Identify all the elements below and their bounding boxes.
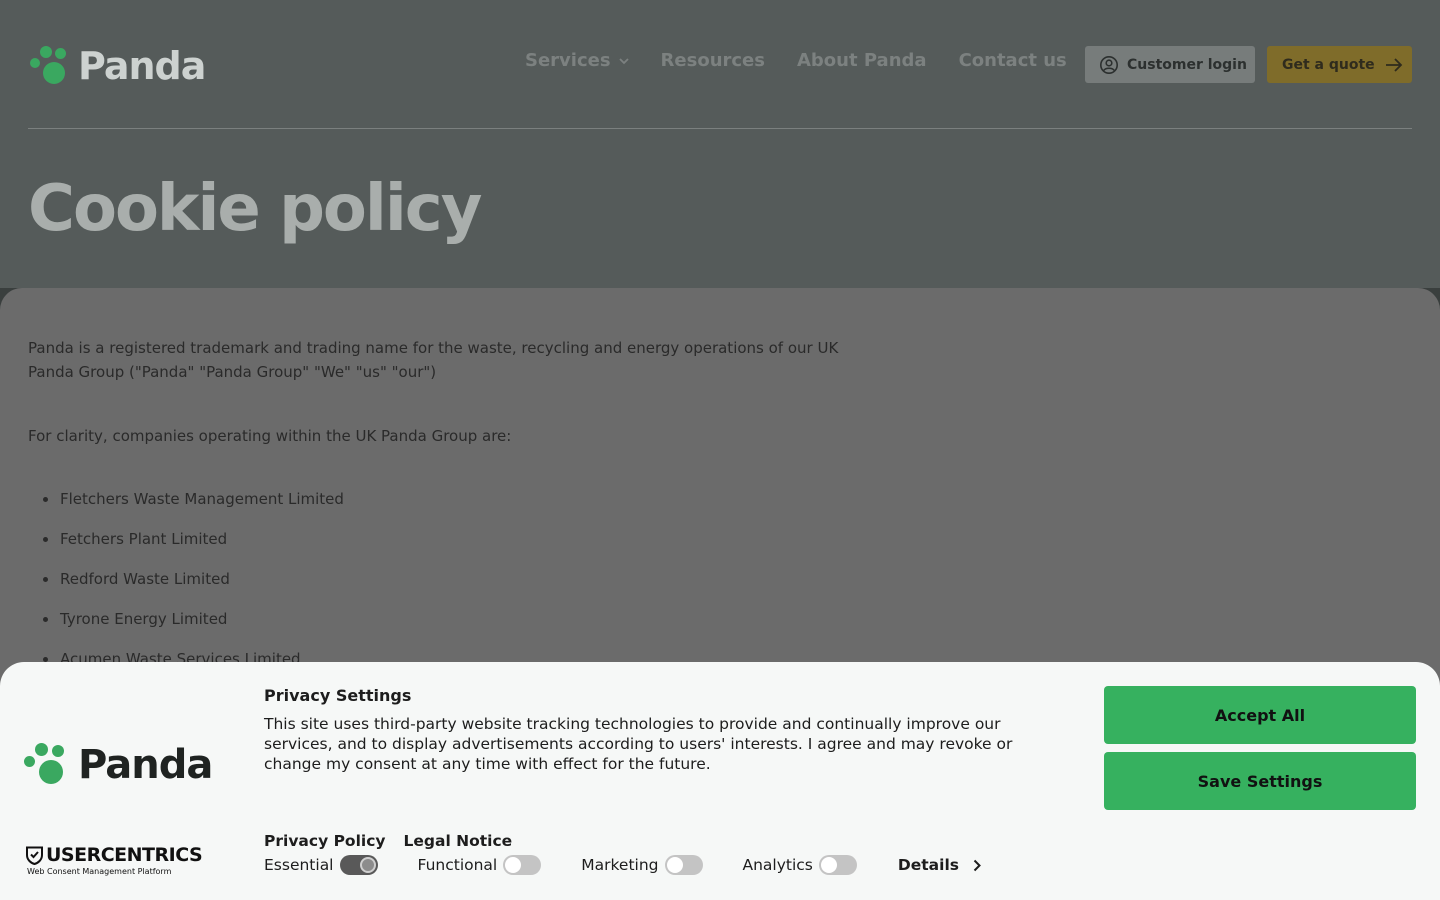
nav-item-label: Contact us: [958, 50, 1067, 71]
legal-notice-link[interactable]: Legal Notice: [404, 832, 513, 850]
consent-toggles: Essential Functional Marketing Analytics…: [264, 854, 981, 876]
toggle-marketing: Marketing: [581, 855, 703, 875]
main-nav: Services Resources About Panda Contact u…: [525, 50, 1099, 71]
details-link[interactable]: Details: [898, 856, 981, 874]
usercentrics-badge[interactable]: USERCENTRICS Web Consent Management Plat…: [26, 844, 203, 876]
toggle-label: Marketing: [581, 856, 659, 874]
analytics-switch[interactable]: [818, 855, 857, 875]
accept-all-button[interactable]: Accept All: [1104, 686, 1416, 744]
company-list: Fletchers Waste Management Limited Fetch…: [43, 488, 344, 688]
privacy-policy-link[interactable]: Privacy Policy: [264, 832, 386, 850]
logo-wordmark: Panda: [78, 44, 206, 88]
list-item: Fetchers Plant Limited: [43, 528, 344, 568]
nav-item-resources[interactable]: Resources: [661, 50, 765, 71]
nav-item-label: About Panda: [796, 50, 927, 71]
chevron-right-icon: [973, 859, 981, 871]
toggle-label: Analytics: [742, 856, 813, 874]
save-settings-button[interactable]: Save Settings: [1104, 752, 1416, 810]
toggle-analytics: Analytics: [743, 855, 857, 875]
customer-login-label: Customer login: [1127, 56, 1247, 73]
banner-logo-wordmark: Panda: [78, 742, 213, 788]
header-divider: [28, 128, 1412, 129]
clarity-paragraph: For clarity, companies operating within …: [28, 427, 512, 445]
intro-line: Panda Group ("Panda" "Panda Group" "We" …: [28, 363, 437, 381]
get-quote-label: Get a quote: [1282, 56, 1375, 73]
intro-paragraph: Panda is a registered trademark and trad…: [28, 336, 848, 384]
marketing-switch[interactable]: [664, 855, 703, 875]
toggle-functional: Functional: [418, 855, 542, 875]
list-item: Fletchers Waste Management Limited: [43, 488, 344, 528]
arrow-right-icon: [1385, 57, 1402, 72]
site-logo[interactable]: Panda: [30, 44, 206, 88]
nav-item-label: Services: [525, 50, 611, 71]
nav-item-about[interactable]: About Panda: [797, 50, 927, 71]
nav-item-label: Resources: [660, 50, 765, 71]
functional-switch[interactable]: [503, 855, 542, 875]
paw-icon: [24, 743, 74, 787]
toggle-label: Functional: [417, 856, 498, 874]
usercentrics-name: USERCENTRICS: [46, 844, 203, 866]
intro-line: Panda is a registered trademark and trad…: [28, 339, 839, 357]
site-header: Panda Services Resources About Panda Con…: [0, 0, 1440, 288]
user-circle-icon: [1100, 55, 1118, 74]
shield-icon: [26, 846, 43, 865]
list-item: Tyrone Energy Limited: [43, 608, 344, 648]
toggle-label: Essential: [264, 856, 334, 874]
privacy-consent-banner: Panda USERCENTRICS Web Consent Managemen…: [0, 662, 1440, 900]
toggle-essential: Essential: [264, 855, 378, 875]
details-label: Details: [897, 856, 959, 874]
consent-description: This site uses third-party website track…: [264, 715, 1013, 773]
consent-title: Privacy Settings: [264, 686, 412, 705]
page-title: Cookie policy: [28, 172, 482, 246]
nav-item-contact[interactable]: Contact us: [959, 50, 1067, 71]
usercentrics-subtitle: Web Consent Management Platform: [27, 867, 172, 876]
get-quote-button[interactable]: Get a quote: [1267, 46, 1412, 83]
chevron-down-icon: [618, 57, 629, 64]
banner-logo: Panda: [24, 742, 213, 788]
customer-login-button[interactable]: Customer login: [1085, 46, 1255, 83]
consent-links: Privacy Policy Legal Notice: [264, 832, 530, 850]
nav-item-services[interactable]: Services: [525, 50, 629, 71]
list-item: Redford Waste Limited: [43, 568, 344, 608]
paw-icon: [30, 46, 76, 86]
essential-switch[interactable]: [339, 855, 378, 875]
